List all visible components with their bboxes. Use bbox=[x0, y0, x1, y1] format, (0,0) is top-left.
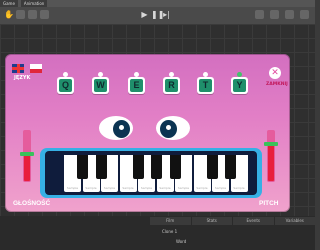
pitch-label: PITCH bbox=[259, 200, 279, 207]
language-panel[interactable]: JĘZYK bbox=[9, 64, 49, 90]
tab-variables[interactable]: Variables bbox=[274, 217, 315, 225]
tile-peg bbox=[169, 72, 174, 77]
tile-letter: R bbox=[165, 79, 178, 92]
uk-flag-icon[interactable] bbox=[12, 64, 24, 73]
piano-black-key[interactable] bbox=[77, 155, 88, 179]
right-pupil bbox=[160, 120, 177, 138]
key-label: Sample bbox=[196, 186, 208, 190]
piano-black-key[interactable] bbox=[151, 155, 162, 179]
tile-peg bbox=[203, 72, 208, 77]
tile-letter: E bbox=[130, 79, 143, 92]
pitch-fill bbox=[268, 143, 274, 181]
layout-icon[interactable] bbox=[270, 10, 279, 19]
key-label: Sample bbox=[233, 186, 245, 190]
key-label: Sample bbox=[159, 186, 171, 190]
volume-fill bbox=[24, 153, 30, 181]
pl-flag-icon[interactable] bbox=[30, 64, 42, 73]
right-eye bbox=[156, 116, 190, 140]
language-label: JĘZYK bbox=[14, 75, 31, 81]
close-label: ZAMKNIJ bbox=[266, 82, 288, 87]
bottom-tabs: Film Stats Events Variables bbox=[150, 217, 315, 225]
piano-black-key[interactable] bbox=[206, 155, 218, 179]
key-label: Sample bbox=[122, 186, 134, 190]
key-label: Sample bbox=[66, 186, 79, 190]
tile-letter: Y bbox=[233, 79, 246, 92]
key-label: Sample bbox=[85, 186, 97, 190]
tile-letter: Q bbox=[59, 79, 72, 92]
tab-film[interactable]: Film bbox=[150, 217, 191, 225]
piano-black-key[interactable] bbox=[225, 155, 236, 179]
key-label: Sample bbox=[103, 186, 116, 190]
scale-tool-icon[interactable] bbox=[40, 10, 49, 19]
close-button[interactable]: ✕ bbox=[269, 67, 281, 79]
editor-tab-row: Game Animation bbox=[0, 0, 315, 7]
pitch-slider[interactable] bbox=[264, 130, 278, 182]
bottom-panel: Film Stats Events Variables Clone 1 Word bbox=[0, 216, 315, 250]
play-icon[interactable]: ▶ bbox=[140, 10, 149, 19]
tile-peg bbox=[98, 72, 103, 77]
tile-peg bbox=[237, 72, 242, 77]
editor-toolbar: Game Animation ✋ ▶ ❚❚ ▸| bbox=[0, 0, 315, 24]
tab-game[interactable]: Game bbox=[0, 0, 18, 7]
left-eye bbox=[99, 116, 133, 140]
key-label: Sample bbox=[214, 186, 227, 190]
list-item[interactable]: Clone 1 bbox=[162, 229, 177, 234]
letter-tile-t[interactable]: T bbox=[197, 72, 214, 94]
letter-tile-r[interactable]: R bbox=[163, 72, 180, 94]
move-tool-icon[interactable] bbox=[16, 10, 25, 19]
tile-peg bbox=[134, 72, 139, 77]
piano-black-key[interactable] bbox=[95, 155, 107, 179]
rotate-tool-icon[interactable] bbox=[28, 10, 37, 19]
tab-events[interactable]: Events bbox=[233, 217, 274, 225]
tool-row: ✋ ▶ ❚❚ ▸| bbox=[0, 7, 315, 24]
piano-black-key[interactable] bbox=[169, 155, 181, 179]
piano-black-key[interactable] bbox=[132, 155, 144, 179]
tile-letter: T bbox=[199, 79, 212, 92]
pitch-knob[interactable] bbox=[264, 141, 278, 146]
letter-tile-e[interactable]: E bbox=[128, 72, 145, 94]
letter-tile-y[interactable]: Y bbox=[231, 72, 248, 94]
key-label: Sample bbox=[140, 186, 153, 190]
scene-viewport[interactable]: JĘZYK Q W E R T Y ✕ ZAMKNIJ Sample Sampl… bbox=[0, 24, 315, 216]
key-label: Sample bbox=[177, 186, 190, 190]
piano: Sample Sample Sample Sample Sample Sample Samp… bbox=[40, 148, 262, 198]
volume-knob[interactable] bbox=[20, 151, 34, 156]
tile-letter: W bbox=[94, 79, 107, 92]
step-icon[interactable]: ▸| bbox=[162, 10, 171, 19]
left-pupil bbox=[113, 120, 130, 138]
letter-tile-w[interactable]: W bbox=[92, 72, 109, 94]
tab-stats[interactable]: Stats bbox=[191, 217, 232, 225]
game-screen: JĘZYK Q W E R T Y ✕ ZAMKNIJ Sample Sampl… bbox=[5, 54, 290, 212]
layers-icon[interactable] bbox=[255, 10, 264, 19]
menu-icon[interactable] bbox=[300, 10, 309, 19]
volume-slider[interactable] bbox=[20, 130, 34, 182]
piano-keybed: Sample Sample Sample Sample Sample Sample Samp… bbox=[45, 151, 257, 195]
tile-peg bbox=[63, 72, 68, 77]
list-item[interactable]: Word bbox=[176, 239, 186, 244]
account-icon[interactable] bbox=[285, 10, 294, 19]
letter-tile-q[interactable]: Q bbox=[57, 72, 74, 94]
volume-label: GŁOŚNOŚĆ bbox=[13, 200, 51, 207]
pause-icon[interactable]: ❚❚ bbox=[151, 10, 164, 19]
tab-animation[interactable]: Animation bbox=[20, 0, 48, 7]
hand-tool-icon[interactable]: ✋ bbox=[4, 10, 14, 19]
